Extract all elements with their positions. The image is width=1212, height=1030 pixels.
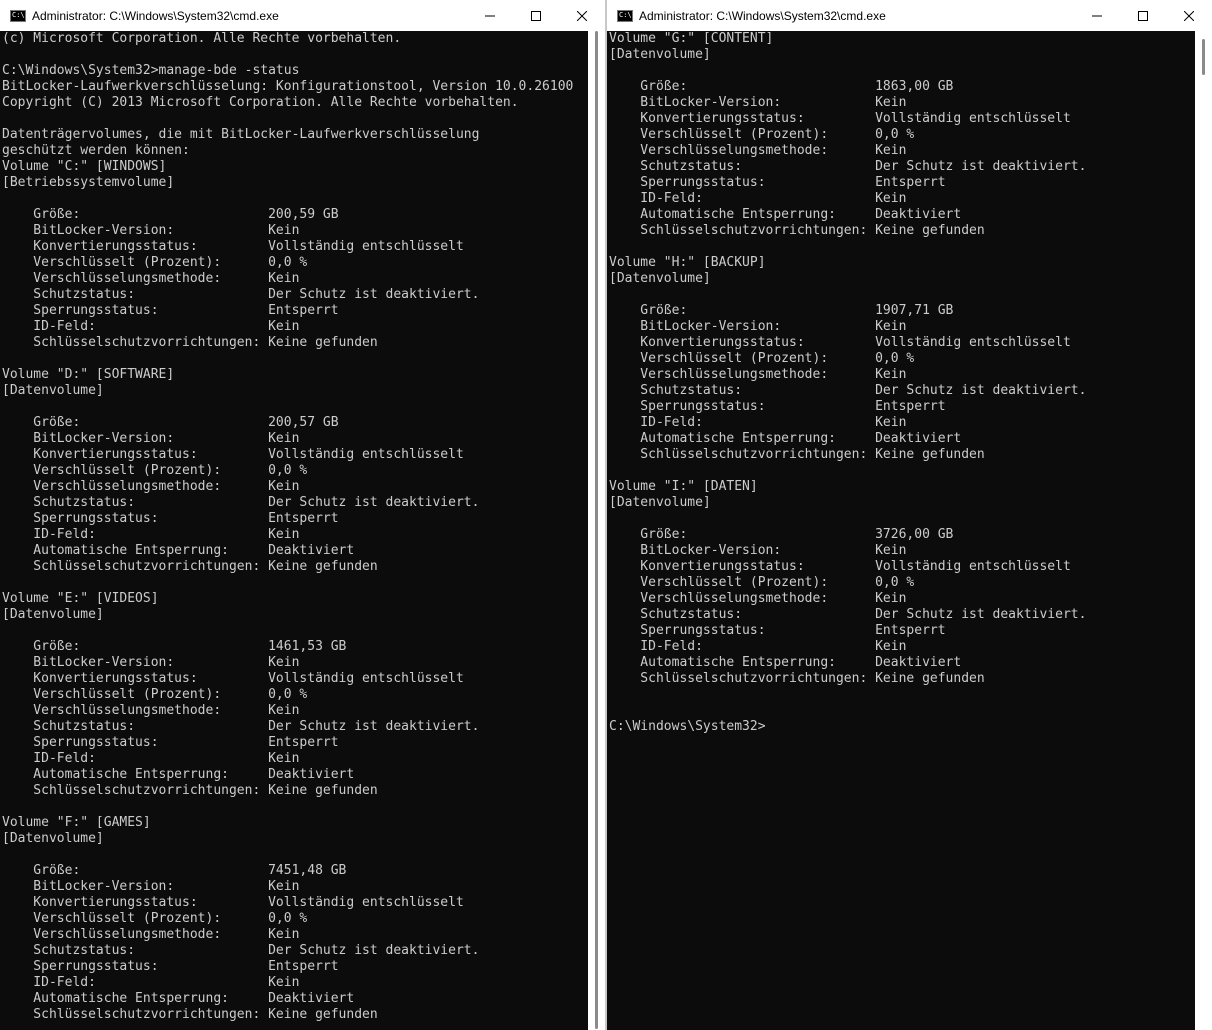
cmd-icon[interactable]: C:\	[617, 9, 633, 22]
window-title: Administrator: C:\Windows\System32\cmd.e…	[32, 8, 279, 23]
scrollbar-thumb[interactable]	[1202, 39, 1205, 75]
maximize-icon	[531, 10, 541, 21]
minimize-button[interactable]	[1074, 0, 1120, 31]
maximize-icon	[1138, 10, 1148, 21]
close-button[interactable]	[1166, 0, 1212, 31]
minimize-icon	[485, 15, 495, 16]
vertical-scrollbar[interactable]	[588, 31, 605, 1030]
maximize-button[interactable]	[1120, 0, 1166, 31]
cmd-window-left[interactable]: C:\ Administrator: C:\Windows\System32\c…	[0, 0, 606, 1030]
title-bar[interactable]: C:\ Administrator: C:\Windows\System32\c…	[607, 0, 1212, 31]
console-output-area[interactable]: (c) Microsoft Corporation. Alle Rechte v…	[0, 31, 588, 1030]
close-icon	[577, 10, 587, 21]
console-output: Volume "G:" [CONTENT] [Datenvolume] Größ…	[609, 31, 1087, 734]
title-bar[interactable]: C:\ Administrator: C:\Windows\System32\c…	[0, 0, 605, 31]
maximize-button[interactable]	[513, 0, 559, 31]
window-title: Administrator: C:\Windows\System32\cmd.e…	[639, 8, 886, 23]
console-output-area[interactable]: Volume "G:" [CONTENT] [Datenvolume] Größ…	[607, 31, 1195, 1030]
minimize-button[interactable]	[467, 0, 513, 31]
close-icon	[1184, 10, 1194, 21]
scrollbar-thumb[interactable]	[595, 31, 598, 1029]
console-output: (c) Microsoft Corporation. Alle Rechte v…	[2, 31, 574, 1022]
cmd-icon[interactable]: C:\	[10, 9, 26, 22]
vertical-scrollbar[interactable]	[1195, 31, 1212, 1030]
close-button[interactable]	[559, 0, 605, 31]
cmd-window-right[interactable]: C:\ Administrator: C:\Windows\System32\c…	[606, 0, 1212, 1030]
minimize-icon	[1092, 15, 1102, 16]
